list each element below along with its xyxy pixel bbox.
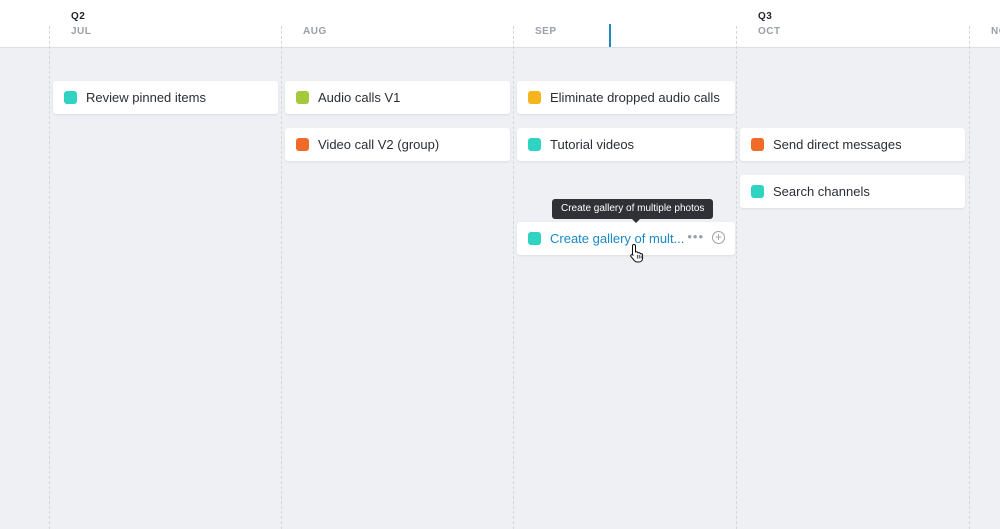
status-color-dot	[64, 91, 77, 104]
card-title: Video call V2 (group)	[318, 137, 440, 152]
more-horizontal-icon[interactable]: •••	[687, 230, 704, 244]
status-color-dot	[528, 138, 541, 151]
status-color-dot	[296, 138, 309, 151]
roadmap-card[interactable]: Eliminate dropped audio calls	[517, 81, 735, 114]
roadmap-card[interactable]: Video call V2 (group)	[285, 128, 510, 161]
card-title-link[interactable]: Create gallery of mult...	[550, 231, 684, 246]
roadmap-card[interactable]: Audio calls V1	[285, 81, 510, 114]
month-label-jul: JUL	[71, 26, 92, 37]
status-color-dot	[528, 232, 541, 245]
card-tooltip: Create gallery of multiple photos	[552, 199, 714, 223]
month-label-sep: SEP	[535, 26, 557, 37]
status-color-dot	[751, 185, 764, 198]
timeline-header: Q2 Q3 JUL AUG SEP OCT NOV	[0, 0, 1000, 48]
quarter-label-q3: Q3	[758, 11, 773, 22]
roadmap-card[interactable]: Tutorial videos	[517, 128, 735, 161]
month-divider	[736, 26, 737, 529]
month-divider	[969, 26, 970, 529]
roadmap-card-hovered[interactable]: Create gallery of mult... ••• +	[517, 222, 735, 255]
hand-pointer-icon	[630, 243, 644, 263]
card-title: Search channels	[773, 184, 870, 199]
card-title: Tutorial videos	[550, 137, 635, 152]
card-title: Audio calls V1	[318, 90, 401, 105]
roadmap-card[interactable]: Search channels	[740, 175, 965, 208]
quarter-label-q2: Q2	[71, 11, 86, 22]
card-title: Review pinned items	[86, 90, 206, 105]
status-color-dot	[528, 91, 541, 104]
month-divider	[513, 26, 514, 529]
status-color-dot	[751, 138, 764, 151]
month-label-nov: NOV	[991, 26, 1000, 37]
roadmap-card[interactable]: Send direct messages	[740, 128, 965, 161]
month-label-oct: OCT	[758, 26, 781, 37]
month-divider	[49, 26, 50, 529]
status-color-dot	[296, 91, 309, 104]
today-marker	[609, 24, 611, 47]
card-title: Eliminate dropped audio calls	[550, 90, 720, 105]
roadmap-card[interactable]: Review pinned items	[53, 81, 278, 114]
plus-circle-icon[interactable]: +	[712, 231, 725, 244]
card-title: Send direct messages	[773, 137, 902, 152]
month-divider	[281, 26, 282, 529]
month-label-aug: AUG	[303, 26, 327, 37]
